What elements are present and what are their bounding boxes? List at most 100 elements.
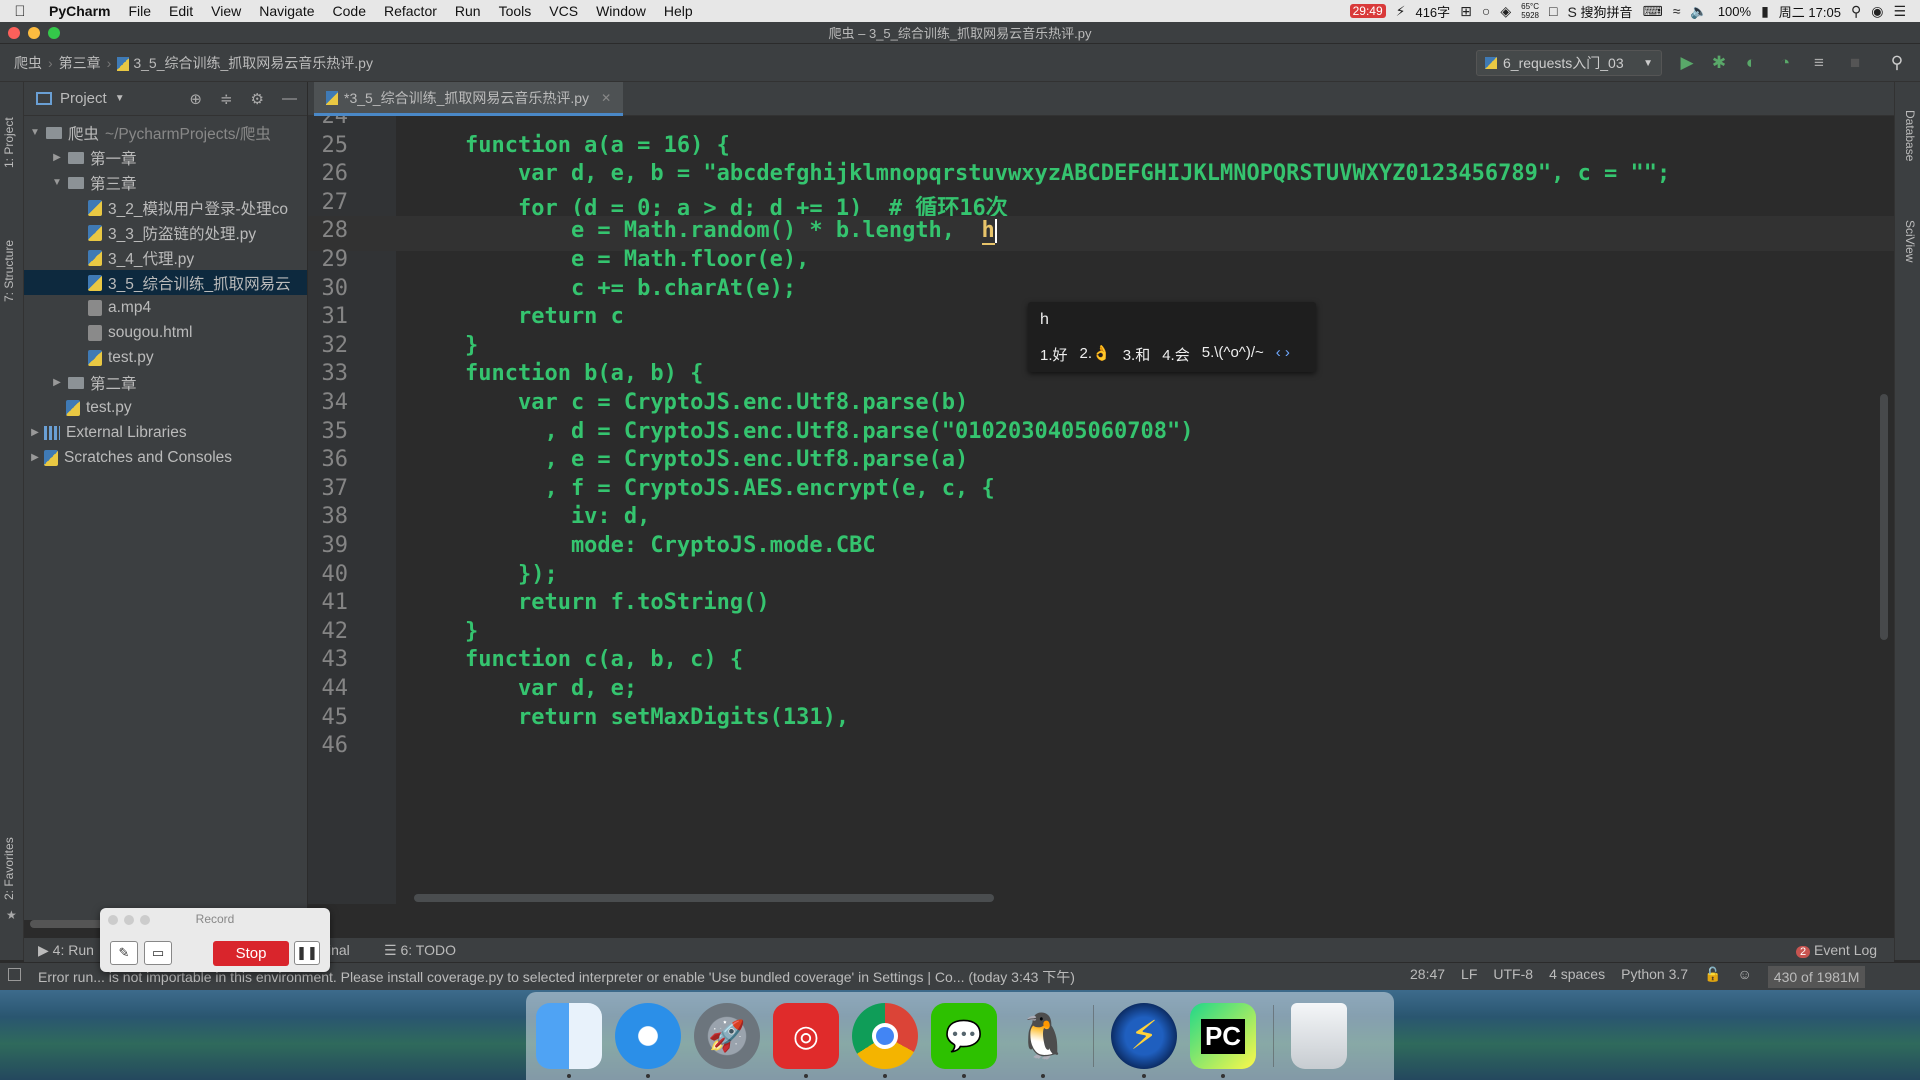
wifi-icon[interactable]: ≈ xyxy=(1673,3,1681,19)
code-line[interactable]: var d, e, b = "abcdefghijklmnopqrstuvwxy… xyxy=(412,161,1670,186)
line-number[interactable]: 35 xyxy=(308,419,349,444)
code-line[interactable]: e = Math.random() * b.length, h xyxy=(412,218,997,246)
locate-icon[interactable]: ⊕ xyxy=(189,90,202,108)
line-number[interactable]: 25 xyxy=(308,133,349,158)
volume-icon[interactable]: 🔈 xyxy=(1690,3,1707,20)
search-everywhere-icon[interactable]: ⚲ xyxy=(1886,52,1908,74)
record-time-badge[interactable]: 29:49 xyxy=(1349,4,1386,18)
keyboard-icon[interactable]: ⌨ xyxy=(1642,3,1662,20)
coverage-icon[interactable]: ◐ xyxy=(1740,52,1762,74)
menu-window[interactable]: Window xyxy=(587,3,655,19)
tree-item[interactable]: 3_5_综合训练_抓取网易云 xyxy=(24,270,307,295)
battery-icon[interactable]: ▮ xyxy=(1761,3,1769,20)
code-line[interactable]: var d, e; xyxy=(412,676,637,701)
line-number[interactable]: 24 xyxy=(308,116,349,129)
close-window-button[interactable] xyxy=(8,27,20,39)
profile-icon[interactable]: ◔ xyxy=(1774,52,1796,74)
code-line[interactable]: function b(a, b) { xyxy=(412,361,703,386)
qq-icon[interactable]: 🐧 xyxy=(1010,1003,1076,1078)
line-number[interactable]: 43 xyxy=(308,647,349,672)
ime-candidate[interactable]: 3.和 xyxy=(1123,344,1151,365)
code-line[interactable]: mode: CryptoJS.mode.CBC xyxy=(412,533,876,558)
menu-refactor[interactable]: Refactor xyxy=(375,3,446,19)
line-number[interactable]: 40 xyxy=(308,562,349,587)
line-number[interactable]: 26 xyxy=(308,161,349,186)
code-line[interactable]: return setMaxDigits(131), xyxy=(412,705,849,730)
code-line[interactable]: , d = CryptoJS.enc.Utf8.parse("010203040… xyxy=(412,419,1193,444)
notification-center-icon[interactable]: ☰ xyxy=(1893,3,1906,20)
tree-item[interactable]: 3_2_模拟用户登录-处理co xyxy=(24,195,307,220)
menu-vcs[interactable]: VCS xyxy=(540,3,587,19)
collapse-all-icon[interactable]: ≑ xyxy=(220,90,233,108)
window-icon[interactable]: □ xyxy=(1549,3,1557,19)
line-number[interactable]: 38 xyxy=(308,504,349,529)
code-line[interactable]: iv: d, xyxy=(412,504,650,529)
run-configuration-select[interactable]: 6_requests入门_03 ▼ xyxy=(1476,50,1662,76)
ime-candidate[interactable]: 1.好 xyxy=(1040,344,1068,365)
pencil-icon[interactable]: ✎ xyxy=(110,941,138,965)
line-number[interactable]: 41 xyxy=(308,590,349,615)
code-line[interactable]: e = Math.floor(e), xyxy=(412,247,809,272)
menu-app-name[interactable]: PyCharm xyxy=(40,3,119,19)
line-number[interactable]: 31 xyxy=(308,304,349,329)
ime-page-nav[interactable]: ‹ › xyxy=(1276,344,1290,365)
line-number[interactable]: 37 xyxy=(308,476,349,501)
sciview-tool-tab[interactable]: SciView xyxy=(1903,220,1917,262)
breadcrumb-project[interactable]: 爬虫 xyxy=(14,53,42,73)
chrome-icon[interactable] xyxy=(852,1003,918,1078)
line-number[interactable]: 27 xyxy=(308,190,349,215)
finder-icon[interactable] xyxy=(536,1003,602,1078)
run-tool-tab[interactable]: ▶ 4: Run xyxy=(38,942,94,959)
tree-item[interactable]: test.py xyxy=(24,395,307,420)
code-line[interactable]: return c xyxy=(412,304,624,329)
menu-tools[interactable]: Tools xyxy=(490,3,541,19)
grid-icon[interactable]: ⊞ xyxy=(1460,3,1472,20)
battery-percent[interactable]: 100% xyxy=(1718,4,1751,19)
line-number[interactable]: 39 xyxy=(308,533,349,558)
code-editor[interactable]: 24 """ 25 function a(a = 16) {26 var d, e,… xyxy=(308,116,1894,904)
word-count[interactable]: 416字 xyxy=(1415,2,1450,21)
code-line[interactable]: }); xyxy=(412,562,558,587)
code-line[interactable]: function c(a, b, c) { xyxy=(412,647,743,672)
stop-button[interactable]: Stop xyxy=(213,941,289,966)
stop-icon[interactable]: ■ xyxy=(1844,52,1866,74)
ime-candidate[interactable]: 4.会 xyxy=(1162,344,1190,365)
thunder-icon[interactable]: ⚡ xyxy=(1111,1003,1177,1078)
line-number[interactable]: 36 xyxy=(308,447,349,472)
pause-icon[interactable]: ❚❚ xyxy=(294,941,320,965)
code-line[interactable]: var c = CryptoJS.enc.Utf8.parse(b) xyxy=(412,390,968,415)
minimize-window-button[interactable] xyxy=(28,27,40,39)
tree-item[interactable]: ▼ 爬虫 ~/PycharmProjects/爬虫 xyxy=(24,120,307,145)
ime-candidate[interactable]: 5.\(^o^)/~ xyxy=(1202,344,1264,365)
line-number[interactable]: 28 xyxy=(308,218,349,243)
tree-item[interactable]: ▶ 第二章 xyxy=(24,370,307,395)
spotlight-search-icon[interactable]: ⚲ xyxy=(1851,3,1861,20)
zoom-window-button[interactable] xyxy=(48,27,60,39)
caret-position[interactable]: 28:47 xyxy=(1410,966,1445,988)
line-number[interactable]: 29 xyxy=(308,247,349,272)
trash-icon[interactable] xyxy=(1291,1003,1347,1069)
breadcrumb-folder[interactable]: 第三章 xyxy=(59,53,101,73)
menu-navigate[interactable]: Navigate xyxy=(250,3,323,19)
tree-item[interactable]: ▶ External Libraries xyxy=(24,420,307,445)
launchpad-icon[interactable]: 🚀 xyxy=(694,1003,760,1069)
shield-icon[interactable]: ◈ xyxy=(1500,3,1511,20)
line-number[interactable]: 32 xyxy=(308,333,349,358)
siri-icon[interactable]: ◉ xyxy=(1871,3,1883,20)
menu-run[interactable]: Run xyxy=(446,3,490,19)
breadcrumb-file[interactable]: 3_5_综合训练_抓取网易云音乐热评.py xyxy=(117,53,373,73)
chevron-right-icon[interactable]: ▶ xyxy=(50,377,64,388)
menu-view[interactable]: View xyxy=(202,3,250,19)
project-tool-tab[interactable]: 1: Project xyxy=(2,117,16,168)
horizontal-scrollbar[interactable] xyxy=(414,894,994,902)
tab-current-file[interactable]: *3_5_综合训练_抓取网易云音乐热评.py ✕ xyxy=(314,82,624,116)
gear-icon[interactable]: ⚙ xyxy=(251,90,264,108)
menu-help[interactable]: Help xyxy=(655,3,702,19)
wechat-tray-icon[interactable]: ○ xyxy=(1482,3,1490,19)
cpu-temp[interactable]: 65°C 5928 xyxy=(1521,2,1539,20)
menu-file[interactable]: File xyxy=(119,3,160,19)
interpreter[interactable]: Python 3.7 xyxy=(1621,966,1688,988)
line-number[interactable]: 45 xyxy=(308,705,349,730)
chevron-right-icon[interactable]: ▶ xyxy=(50,152,64,163)
vertical-scrollbar[interactable] xyxy=(1880,394,1888,640)
